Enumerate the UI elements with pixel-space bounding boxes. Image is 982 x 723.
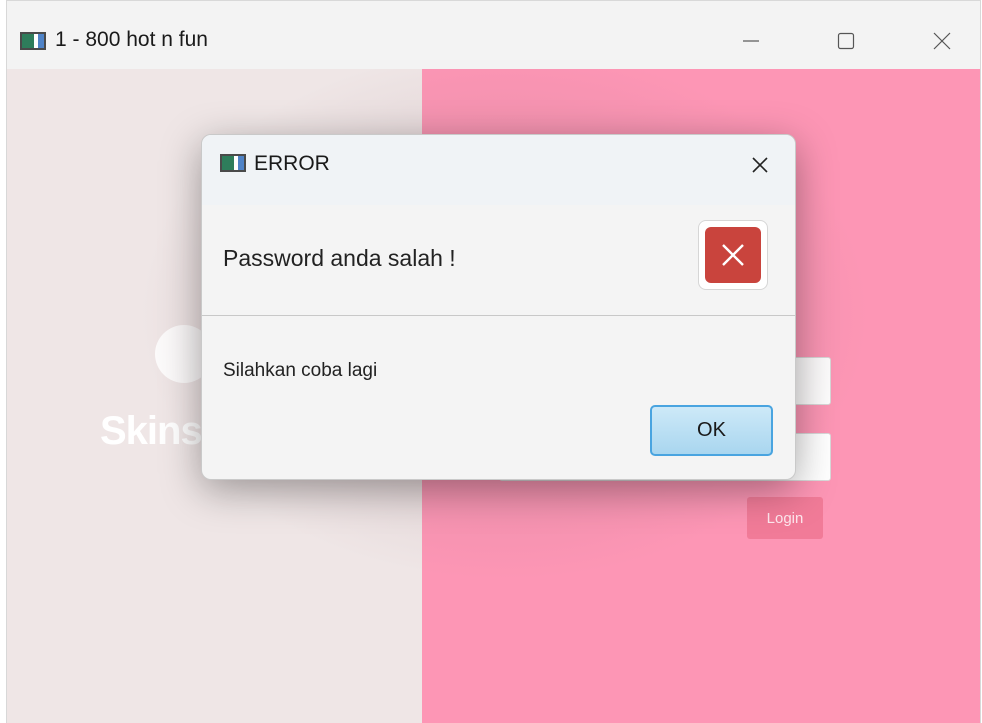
app-icon [220, 154, 246, 172]
minimize-button[interactable] [728, 21, 774, 61]
app-icon [20, 32, 46, 50]
dialog-content-text: Silahkan coba lagi [223, 360, 378, 381]
close-button[interactable] [919, 21, 965, 61]
login-button[interactable]: Login [747, 497, 823, 539]
logo-text: Skins [100, 409, 203, 453]
error-icon-frame [698, 220, 768, 290]
window-title: 1 - 800 hot n fun [55, 28, 208, 51]
window-titlebar[interactable]: 1 - 800 hot n fun [7, 1, 980, 69]
error-dialog: ERROR Password anda salah ! Silahkan cob… [201, 134, 796, 480]
ok-button[interactable]: OK [650, 405, 773, 456]
minimize-icon [743, 40, 759, 42]
maximize-button[interactable] [823, 21, 869, 61]
maximize-icon [837, 32, 855, 50]
dialog-header: Password anda salah ! [202, 205, 795, 316]
error-x-icon [705, 227, 761, 283]
close-icon [752, 157, 768, 173]
dialog-titlebar[interactable]: ERROR [202, 135, 795, 205]
close-icon [933, 32, 951, 50]
dialog-title: ERROR [254, 152, 330, 175]
error-message: Password anda salah ! [223, 245, 456, 271]
dialog-close-button[interactable] [738, 143, 782, 187]
